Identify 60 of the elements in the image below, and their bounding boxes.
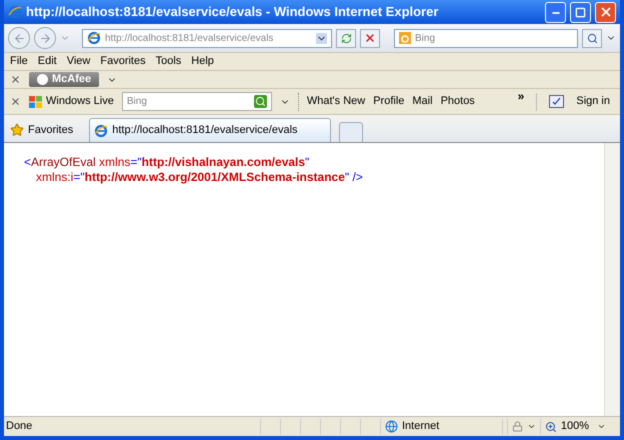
browser-tab[interactable]: http://localhost:8181/evalservice/evals — [89, 118, 332, 142]
window-title: http://localhost:8181/evalservice/evals - Windows Internet Explorer — [26, 3, 438, 22]
favorites-button[interactable]: Favorites — [10, 118, 82, 142]
close-button[interactable] — [595, 2, 616, 22]
status-text: Done — [5, 419, 34, 434]
caret-icon — [527, 422, 536, 431]
menu-item[interactable]: Help — [191, 53, 214, 70]
search-icon[interactable] — [254, 95, 267, 108]
toolbar-link[interactable]: What's New — [306, 93, 366, 110]
search-button[interactable] — [582, 28, 602, 48]
checkbox-icon[interactable] — [549, 95, 564, 108]
xml-line: xmlns:i="http://www.w3.org/2001/XMLSchema-instance" /> — [35, 170, 364, 185]
bing-logo-icon — [399, 32, 411, 44]
address-field[interactable]: http://localhost:8181/evalservice/evals — [82, 28, 332, 48]
globe-icon — [385, 420, 398, 433]
close-toolbar-icon[interactable] — [10, 74, 21, 85]
zone-text: Internet — [402, 419, 440, 434]
address-dropdown-icon[interactable] — [316, 32, 327, 44]
toolbar-link[interactable]: Photos — [440, 93, 475, 110]
maximize-button[interactable] — [570, 2, 591, 22]
refresh-icon — [340, 32, 352, 44]
maximize-icon — [575, 6, 586, 18]
menu-item[interactable]: Edit — [38, 53, 57, 70]
menu-item[interactable]: Favorites — [100, 53, 146, 70]
live-search-input[interactable]: Bing — [126, 94, 254, 109]
toolbar-link[interactable]: Profile — [373, 93, 404, 110]
search-field[interactable]: Bing — [394, 28, 578, 48]
zoom-icon — [545, 420, 557, 432]
windows-live-button[interactable]: Windows Live — [29, 93, 114, 110]
caret-icon — [597, 422, 606, 431]
back-arrow-icon — [12, 32, 26, 44]
stop-icon — [364, 32, 376, 44]
forward-button[interactable] — [34, 27, 56, 49]
ie-logo-icon — [87, 31, 101, 45]
live-search-field[interactable]: Bing — [122, 92, 272, 111]
zoom-button[interactable]: 100% — [540, 418, 610, 434]
close-toolbar-icon[interactable] — [10, 96, 21, 107]
sign-in-button[interactable]: Sign in — [572, 93, 614, 110]
ie-logo-icon — [94, 124, 108, 138]
star-icon — [10, 123, 24, 137]
close-icon — [598, 5, 612, 19]
stop-button[interactable] — [360, 28, 380, 48]
more-button[interactable]: » — [518, 87, 524, 105]
search-icon — [586, 32, 598, 44]
menu-item[interactable]: File — [10, 53, 28, 70]
scrollbar[interactable] — [604, 143, 620, 416]
menu-item[interactable]: View — [66, 53, 90, 70]
windows-flag-icon — [29, 96, 42, 108]
address-text: http://localhost:8181/evalservice/evals — [105, 32, 274, 46]
back-button[interactable] — [8, 27, 30, 49]
mcafee-button[interactable]: McAfee — [29, 72, 100, 87]
minimize-button[interactable] — [545, 2, 566, 22]
search-input[interactable]: Bing — [415, 30, 573, 46]
menu-item[interactable]: Tools — [156, 53, 182, 70]
forward-arrow-icon — [38, 32, 52, 44]
ie-logo-icon — [8, 5, 22, 19]
xml-line: <ArrayOfEval xmlns="http://vishalnayan.com/evals" — [24, 155, 310, 170]
toolbar-link[interactable]: Mail — [412, 93, 433, 110]
refresh-button[interactable] — [336, 28, 356, 48]
lock-icon — [512, 421, 523, 432]
